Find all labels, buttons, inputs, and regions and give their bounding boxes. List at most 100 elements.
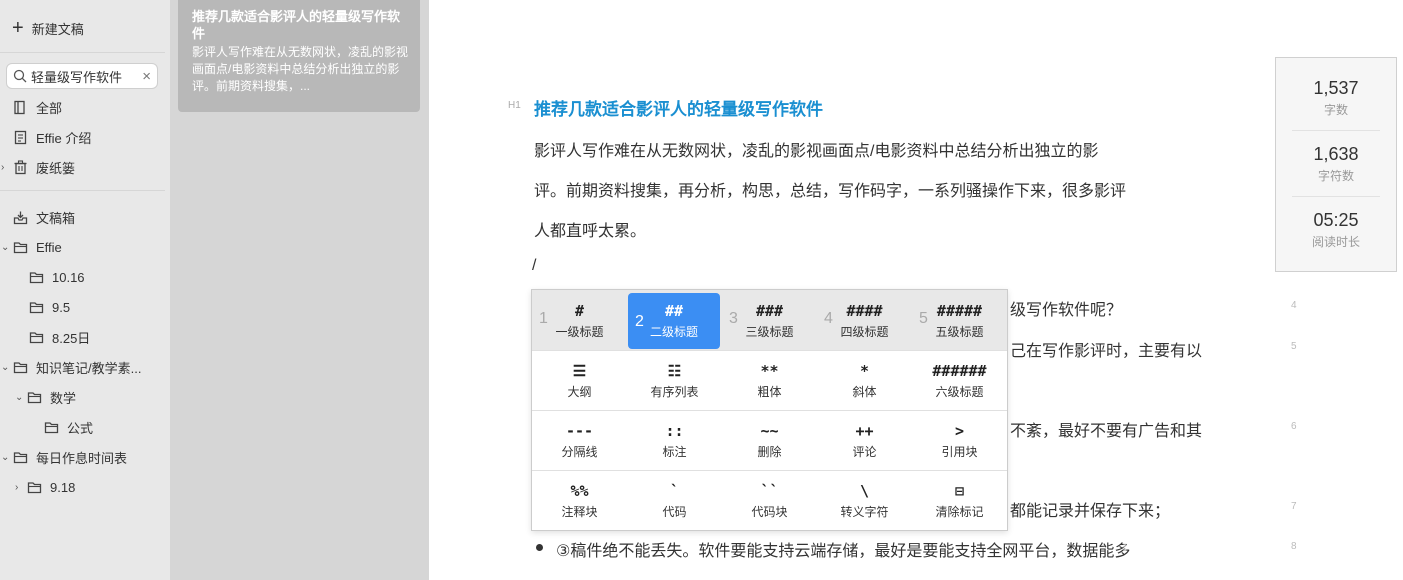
menu-item-escape-char[interactable]: \ 转义字符 — [817, 470, 912, 530]
menu-item-italic[interactable]: * 斜体 — [817, 350, 912, 410]
sidebar-item-effie[interactable]: ⌄ Effie — [1, 236, 62, 258]
menu-item-inline-code[interactable]: ` 代码 — [627, 470, 722, 530]
stat-value: 1,638 — [1313, 144, 1359, 164]
paragraph-line[interactable]: 级写作软件呢？ — [1010, 296, 1122, 320]
paragraph-line[interactable]: 影评人写作难在从无数网状，凌乱的影视画面点/电影资料中总结分析出独立的影 — [534, 137, 1098, 161]
menu-item-h6[interactable]: ###### 六级标题 — [912, 350, 1007, 410]
sidebar-item-formula[interactable]: 公式 — [44, 416, 93, 438]
stat-chars: 1,638 字符数 — [1276, 144, 1396, 184]
editor[interactable]: H1 推荐几款适合影评人的轻量级写作软件 影评人写作难在从无数网状，凌乱的影视画… — [429, 0, 1403, 580]
markdown-glyph: * — [859, 362, 870, 380]
menu-item-annotation[interactable]: :: 标注 — [627, 410, 722, 470]
markdown-glyph: :: — [665, 422, 684, 440]
menu-item-outline[interactable]: ☰ 大纲 — [532, 350, 627, 410]
outline-icon: ☰ — [572, 362, 587, 380]
chevron-down-icon[interactable]: ⌄ — [1, 242, 11, 253]
notebooks-icon — [14, 100, 25, 114]
menu-item-divider[interactable]: --- 分隔线 — [532, 410, 627, 470]
doc-heading[interactable]: 推荐几款适合影评人的轻量级写作软件 — [534, 95, 823, 120]
paragraph-line[interactable]: 人都直呼太累。 — [534, 217, 646, 241]
slash-command-text[interactable]: / — [532, 257, 536, 275]
sidebar-item-math[interactable]: ⌄ 数学 — [15, 386, 76, 408]
menu-item-h4[interactable]: 4 #### 四级标题 — [817, 290, 912, 350]
folder-icon — [29, 271, 44, 283]
paragraph-line[interactable]: 都能记录并保存下来； — [1010, 497, 1170, 521]
sidebar-item-9-18[interactable]: › 9.18 — [15, 476, 75, 498]
sidebar-item-knowledge-notes[interactable]: ⌄ 知识笔记/教学素... — [1, 356, 141, 378]
paragraph-line[interactable]: 己在写作影评时，主要有以 — [1010, 337, 1202, 361]
menu-item-label: 大纲 — [567, 385, 592, 399]
paragraph-line[interactable]: 不紊，最好不要有广告和其 — [1010, 417, 1202, 441]
menu-item-comment-block[interactable]: %% 注释块 — [532, 470, 627, 530]
menu-item-blockquote[interactable]: > 引用块 — [912, 410, 1007, 470]
doc-card[interactable]: 推荐几款适合影评人的轻量级写作软件 影评人写作难在从无数网状，凌乱的影视画面点/… — [178, 0, 420, 112]
menu-item-label: 斜体 — [852, 385, 877, 399]
menu-item-bold[interactable]: ** 粗体 — [722, 350, 817, 410]
search-box[interactable]: × — [6, 63, 158, 89]
folder-icon — [44, 421, 59, 433]
menu-item-ordered-list[interactable]: ☷ 有序列表 — [627, 350, 722, 410]
menu-item-label: 六级标题 — [935, 385, 984, 399]
slash-command-menu: 1 # 一级标题 2 ## 二级标题 3 ### 三级标题 4 #### 四级标… — [531, 289, 1008, 531]
menu-item-strikethrough[interactable]: ~~ 删除 — [722, 410, 817, 470]
sidebar-item-label: 全部 — [36, 100, 63, 116]
chevron-right-icon[interactable]: › — [1, 162, 11, 173]
sidebar-item-label: 废纸篓 — [36, 160, 76, 176]
menu-item-label: 评论 — [852, 445, 877, 459]
sidebar-item-inbox[interactable]: 文稿箱 — [13, 206, 75, 228]
chevron-down-icon[interactable]: ⌄ — [1, 452, 11, 463]
plus-icon: + — [12, 17, 24, 39]
clear-icon[interactable]: × — [142, 68, 151, 85]
sidebar-item-label: 9.18 — [50, 479, 76, 495]
stat-value: 05:25 — [1313, 210, 1359, 230]
heading-level-tag: H1 — [508, 100, 521, 111]
line-number: 5 — [1291, 341, 1297, 352]
menu-item-code-block[interactable]: `` 代码块 — [722, 470, 817, 530]
new-doc-button[interactable]: + 新建文稿 — [12, 16, 84, 40]
markdown-glyph: ` — [669, 482, 680, 500]
folder-icon — [13, 451, 28, 463]
sidebar-item-trash[interactable]: › 废纸篓 — [1, 156, 75, 178]
chevron-down-icon[interactable]: ⌄ — [15, 392, 25, 403]
folder-icon — [27, 481, 42, 493]
chevron-right-icon[interactable]: › — [15, 482, 25, 493]
shortcut-number: 3 — [729, 310, 738, 327]
sidebar-item-label: 文稿箱 — [36, 210, 76, 226]
shortcut-number: 5 — [919, 310, 928, 327]
menu-item-h2[interactable]: 2 ## 二级标题 — [628, 293, 720, 349]
search-input[interactable] — [31, 68, 131, 84]
trash-icon — [14, 159, 27, 174]
menu-item-clear-format[interactable]: ⊟ 清除标记 — [912, 470, 1007, 530]
menu-item-label: 转义字符 — [840, 505, 889, 519]
chevron-down-icon[interactable]: ⌄ — [1, 362, 11, 373]
sidebar-item-daily-schedule[interactable]: ⌄ 每日作息时间表 — [1, 446, 127, 468]
sidebar-divider — [0, 52, 165, 53]
sidebar-item-label: Effie — [36, 239, 62, 255]
menu-item-h1[interactable]: 1 # 一级标题 — [532, 290, 627, 350]
menu-item-comment[interactable]: ++ 评论 — [817, 410, 912, 470]
menu-item-label: 引用块 — [941, 445, 978, 459]
markdown-glyph: ~~ — [760, 422, 779, 440]
markdown-glyph: ** — [760, 362, 779, 380]
stat-value: 1,537 — [1313, 78, 1359, 98]
paragraph-line[interactable]: 评。前期资料搜集，再分析，构思，总结，写作码字，一系列骚操作下来，很多影评 — [534, 177, 1126, 201]
menu-item-label: 代码块 — [751, 505, 788, 519]
line-number: 7 — [1291, 501, 1297, 512]
sidebar-item-all[interactable]: 全部 — [13, 96, 62, 118]
menu-item-label: 删除 — [757, 445, 782, 459]
markdown-glyph: ++ — [855, 422, 874, 440]
shortcut-number: 1 — [539, 310, 548, 327]
doc-card-snippet: 影评人写作难在从无数网状，凌乱的影视画面点/电影资料中总结分析出独立的影评。前期… — [192, 45, 409, 93]
sidebar-item-8-25[interactable]: 8.25日 — [29, 326, 90, 348]
new-doc-label: 新建文稿 — [31, 21, 84, 37]
sidebar-item-effie-intro[interactable]: Effie 介绍 — [13, 126, 91, 148]
menu-item-h5[interactable]: 5 ##### 五级标题 — [912, 290, 1007, 350]
stat-reading-time: 05:25 阅读时长 — [1276, 210, 1396, 250]
sidebar-item-label: 10.16 — [52, 269, 85, 285]
menu-item-h3[interactable]: 3 ### 三级标题 — [722, 290, 817, 350]
shortcut-number: 2 — [635, 313, 644, 330]
line-number: 8 — [1291, 541, 1297, 552]
sidebar-item-10-16[interactable]: 10.16 — [29, 266, 85, 288]
paragraph-line[interactable]: ③稿件绝不能丢失。软件要能支持云端存储，最好是要能支持全网平台，数据能多 — [556, 537, 1130, 561]
sidebar-item-9-5[interactable]: 9.5 — [29, 296, 70, 318]
